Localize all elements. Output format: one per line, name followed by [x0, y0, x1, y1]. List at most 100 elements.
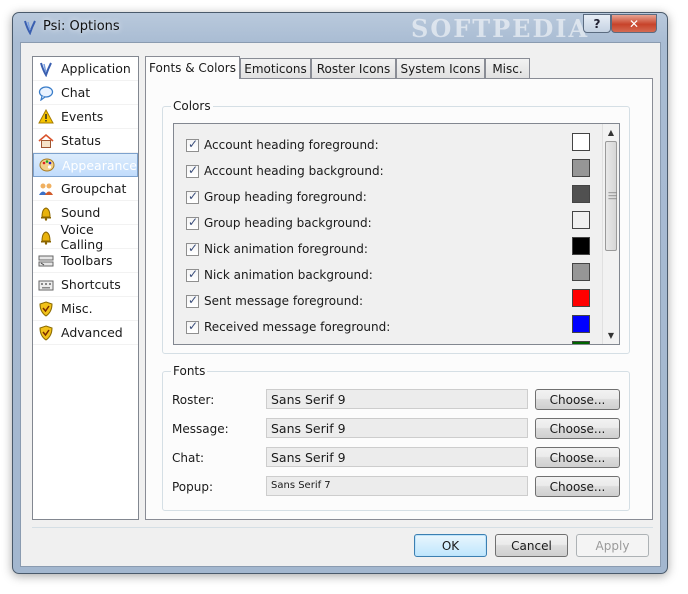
color-row-label: Received message foreground: — [204, 320, 391, 334]
color-row-label: Sent message foreground: — [204, 294, 363, 308]
roster-choose-button[interactable]: Choose... — [535, 389, 620, 410]
help-button[interactable]: ? — [583, 14, 611, 33]
sidebar-item-shortcuts[interactable]: Shortcuts — [33, 273, 138, 297]
color-list-scrollbar[interactable]: ▲ — — — ▼ — [602, 124, 619, 344]
color-checkbox[interactable] — [186, 137, 199, 152]
tab-label: Misc. — [492, 61, 523, 76]
tab-label: Emoticons — [244, 61, 307, 76]
color-row: Nick animation foreground: — [174, 237, 604, 263]
color-swatch[interactable] — [572, 341, 590, 344]
color-row: Group heading foreground: — [174, 185, 604, 211]
font-label-message: Message: — [172, 422, 229, 436]
font-label-popup: Popup: — [172, 480, 214, 494]
color-swatch[interactable] — [572, 133, 590, 151]
color-checkbox[interactable] — [186, 267, 199, 282]
keyboard-icon — [37, 276, 55, 294]
home-icon — [37, 132, 55, 150]
font-label-chat: Chat: — [172, 451, 205, 465]
bottom-separator — [32, 527, 653, 528]
tab-fonts-colors[interactable]: Fonts & Colors — [145, 56, 240, 79]
color-swatch[interactable] — [572, 263, 590, 281]
color-row: Received message foreground: — [174, 315, 604, 341]
color-row-label: Group heading background: — [204, 216, 372, 230]
shield-icon — [37, 300, 55, 318]
color-row-label: Group heading foreground: — [204, 190, 367, 204]
sidebar-item-label: Chat — [61, 85, 91, 100]
scroll-down-icon[interactable]: ▼ — [603, 327, 619, 344]
color-row-partial — [174, 341, 604, 344]
color-checkbox[interactable] — [186, 163, 199, 178]
speech-bubble-icon — [37, 84, 55, 102]
fonts-colors-panel: Colors Account heading foreground: Accou… — [145, 78, 653, 520]
color-swatch[interactable] — [572, 159, 590, 177]
popup-choose-button[interactable]: Choose... — [535, 476, 620, 497]
sidebar-item-label: Toolbars — [61, 253, 113, 268]
color-row-label: Account heading foreground: — [204, 138, 379, 152]
color-row: Account heading background: — [174, 159, 604, 185]
sidebar-item-label: Application — [61, 61, 131, 76]
scrollbar-thumb[interactable]: — — — — [605, 141, 617, 251]
tab-misc[interactable]: Misc. — [485, 58, 530, 78]
sidebar-item-events[interactable]: Events — [33, 105, 138, 129]
color-swatch[interactable] — [572, 211, 590, 229]
message-choose-button[interactable]: Choose... — [535, 418, 620, 439]
sidebar-item-label: Voice Calling — [60, 221, 104, 252]
tab-label: Fonts & Colors — [149, 61, 236, 75]
bell-icon — [37, 228, 54, 246]
color-swatch[interactable] — [572, 289, 590, 307]
ok-button[interactable]: OK — [414, 534, 487, 557]
dialog-client-area: Application Chat Events Status Appearanc… — [20, 42, 661, 567]
sidebar-item-appearance[interactable]: Appearance — [33, 153, 138, 177]
apply-button[interactable]: Apply — [576, 534, 649, 557]
font-label-roster: Roster: — [172, 393, 215, 407]
sidebar-item-toolbars[interactable]: Toolbars — [33, 249, 138, 273]
sidebar-item-voice-calling[interactable]: Voice Calling — [33, 221, 138, 252]
chat-font-field[interactable]: Sans Serif 9 — [266, 447, 528, 467]
scroll-up-icon[interactable]: ▲ — [603, 124, 619, 141]
watermark: SOFTPEDIA — [411, 14, 590, 43]
sidebar-item-label: Events — [61, 109, 104, 124]
color-row-label: Nick animation foreground: — [204, 242, 368, 256]
tab-roster-icons[interactable]: Roster Icons — [311, 58, 396, 78]
color-checkbox[interactable] — [186, 241, 199, 256]
sidebar-item-chat[interactable]: Chat — [33, 81, 138, 105]
tab-label: Roster Icons — [316, 61, 391, 76]
close-button[interactable]: ✕ — [611, 14, 657, 33]
color-row: Nick animation background: — [174, 263, 604, 289]
sidebar-item-label: Status — [61, 133, 101, 148]
psi-app-icon — [37, 60, 55, 78]
color-swatch[interactable] — [572, 237, 590, 255]
cancel-button[interactable]: Cancel — [495, 534, 568, 557]
tab-emoticons[interactable]: Emoticons — [240, 58, 311, 78]
sidebar-item-groupchat[interactable]: Groupchat — [33, 177, 138, 201]
sidebar-item-misc[interactable]: Misc. — [33, 297, 138, 321]
message-font-field[interactable]: Sans Serif 9 — [266, 418, 528, 438]
sidebar-item-label: Sound — [61, 205, 101, 220]
color-checkbox[interactable] — [186, 319, 199, 334]
sidebar-item-application[interactable]: Application — [33, 57, 138, 81]
color-swatch[interactable] — [572, 185, 590, 203]
tab-system-icons[interactable]: System Icons — [396, 58, 485, 78]
grip-icon: — — — — [608, 188, 617, 204]
roster-font-field[interactable]: Sans Serif 9 — [266, 389, 528, 409]
warning-icon — [37, 108, 55, 126]
options-sidebar: Application Chat Events Status Appearanc… — [32, 56, 139, 520]
color-swatch[interactable] — [572, 315, 590, 333]
color-checkbox[interactable] — [186, 293, 199, 308]
sidebar-item-status[interactable]: Status — [33, 129, 138, 153]
colors-group-title: Colors — [171, 99, 213, 113]
sidebar-item-label: Groupchat — [61, 181, 127, 196]
color-checkbox[interactable] — [186, 215, 199, 230]
tab-label: System Icons — [400, 61, 481, 76]
palette-icon — [38, 156, 56, 174]
sidebar-item-advanced[interactable]: Advanced — [33, 321, 138, 345]
title-bar[interactable]: Psi: Options SOFTPEDIA ? ✕ — [13, 13, 667, 43]
sidebar-item-label: Appearance — [61, 157, 137, 173]
color-row-label: Nick animation background: — [204, 268, 373, 282]
options-window: Psi: Options SOFTPEDIA ? ✕ Application C… — [12, 12, 668, 574]
color-checkbox[interactable] — [186, 189, 199, 204]
popup-font-field[interactable]: Sans Serif 7 — [266, 476, 528, 496]
color-row-label: Account heading background: — [204, 164, 384, 178]
chat-choose-button[interactable]: Choose... — [535, 447, 620, 468]
fonts-group-title: Fonts — [171, 364, 208, 378]
